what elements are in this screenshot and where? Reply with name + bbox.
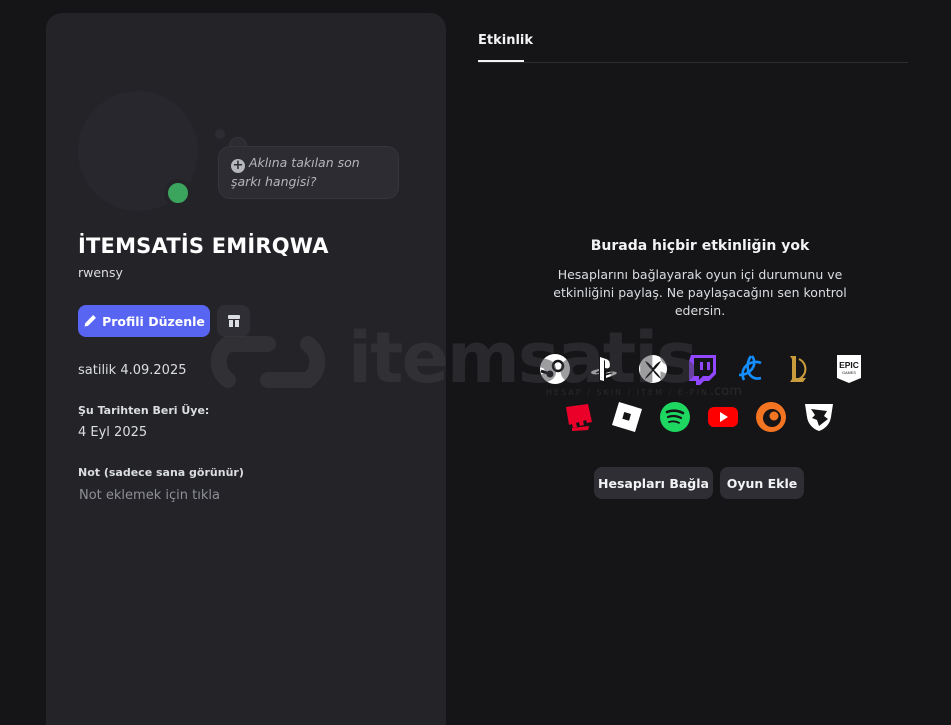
- playstation-icon[interactable]: [588, 353, 620, 385]
- tab-divider: [478, 62, 908, 63]
- empty-state-title: Burada hiçbir etkinliğin yok: [590, 238, 810, 254]
- xbox-icon[interactable]: [637, 353, 669, 385]
- storefront-icon: [227, 315, 240, 327]
- roblox-icon[interactable]: [611, 401, 643, 433]
- profile-card: + Aklına takılan son şarkı hangisi? İTEMS…: [46, 13, 446, 725]
- note-entry: satilik 4.09.2025: [78, 363, 187, 378]
- twitch-icon[interactable]: [686, 353, 718, 385]
- avatar[interactable]: [78, 91, 198, 211]
- platform-row-2: [563, 401, 835, 433]
- steam-icon[interactable]: [539, 353, 571, 385]
- pencil-icon: [84, 315, 97, 327]
- username: rwensy: [78, 265, 123, 280]
- crunchyroll-icon[interactable]: [755, 401, 787, 433]
- watermark-tagline: HESAP / SKIN / ITEM / E-PIN: [546, 388, 709, 397]
- plus-circle-icon: +: [231, 158, 245, 173]
- bungie-icon[interactable]: [803, 401, 835, 433]
- edit-profile-label: Profili Düzenle: [102, 313, 205, 329]
- note-label: Not (sadece sana görünür): [78, 466, 244, 479]
- riot-games-icon[interactable]: [563, 401, 595, 433]
- battlenet-icon[interactable]: [735, 353, 767, 385]
- epic-games-logo-subtext: GAMES: [842, 371, 856, 375]
- online-status-indicator: [164, 179, 192, 207]
- epic-games-logo-text: EPIC: [839, 360, 859, 370]
- edit-profile-button[interactable]: Profili Düzenle: [78, 305, 210, 337]
- platform-row-1: EPIC GAMES: [539, 353, 865, 385]
- member-since-label: Şu Tarihten Beri Üye:: [78, 404, 210, 417]
- league-of-legends-icon[interactable]: [784, 353, 816, 385]
- youtube-icon[interactable]: [707, 401, 739, 433]
- custom-status-bubble[interactable]: + Aklına takılan son şarkı hangisi?: [218, 146, 399, 199]
- empty-state-description: Hesaplarını bağlayarak oyun içi durumunu…: [553, 267, 847, 318]
- server-tag-button[interactable]: [217, 305, 250, 337]
- display-name: İTEMSATİS EMİRQWA: [78, 234, 329, 258]
- add-game-button[interactable]: Oyun Ekle: [720, 467, 804, 499]
- note-input[interactable]: Not eklemek için tıkla: [79, 488, 220, 503]
- tab-activity[interactable]: Etkinlik: [478, 33, 533, 48]
- epic-games-icon[interactable]: EPIC GAMES: [833, 353, 865, 385]
- status-prompt-text: Aklına takılan son şarkı hangisi?: [231, 155, 360, 189]
- spotify-icon[interactable]: [659, 401, 691, 433]
- status-bubble-tail-small: [215, 129, 225, 139]
- watermark-domain: .com: [710, 384, 742, 399]
- member-since-value: 4 Eyl 2025: [78, 425, 148, 440]
- connect-accounts-button[interactable]: Hesapları Bağla: [594, 467, 713, 499]
